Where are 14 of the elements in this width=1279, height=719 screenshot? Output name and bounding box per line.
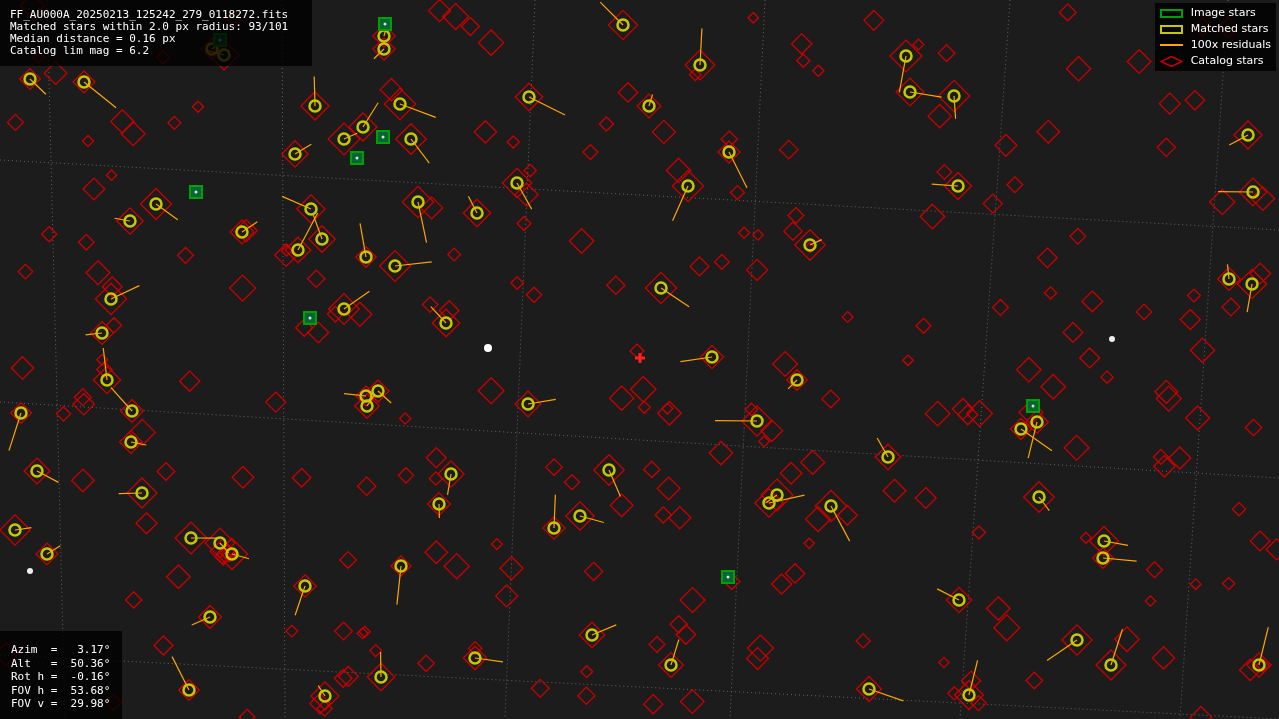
pointing-text: Alt = 50.36°: [11, 656, 112, 670]
info-text: FF_AU000A_20250213_125242_279_0118272.fits: [10, 9, 290, 21]
pointing-text: FOV v = 29.98°: [11, 697, 112, 711]
legend-diamond-icon: [1159, 55, 1183, 67]
info-text: Catalog lim mag = 6.2: [10, 45, 151, 57]
info-text: Median distance = 0.16 px: [10, 33, 177, 45]
pointing-text: Rot h = -0.16°: [11, 670, 112, 684]
legend-label: Catalog stars: [1190, 54, 1264, 68]
pointing-text: Azim = 3.17°: [11, 643, 112, 657]
info-text: Matched stars within 2.0 px radius: 93/101: [10, 21, 290, 33]
legend-label: Matched stars: [1190, 22, 1269, 36]
legend-label: 100x residuals: [1190, 38, 1271, 52]
legend-label: Image stars: [1190, 6, 1256, 20]
pointing-text: FOV h = 53.68°: [11, 683, 112, 697]
